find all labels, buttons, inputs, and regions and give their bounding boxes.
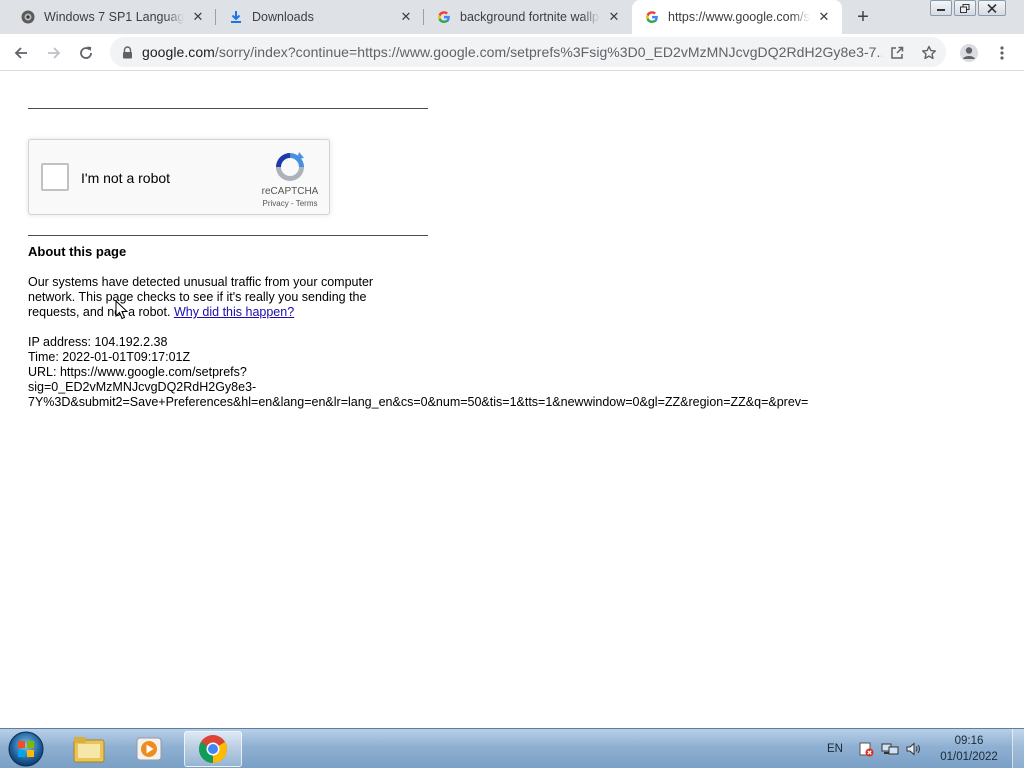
- forward-icon[interactable]: [41, 40, 67, 66]
- bookmark-star-icon[interactable]: [920, 44, 938, 62]
- terms-link[interactable]: Terms: [296, 199, 318, 208]
- tab-close-icon[interactable]: ✕: [190, 9, 206, 25]
- show-desktop-button[interactable]: [1012, 729, 1024, 769]
- timestamp: Time: 2022-01-01T09:17:01Z: [28, 350, 191, 364]
- request-url: sig=0_ED2vMzMNJcvgDQ2RdH2Gy8e3-: [28, 380, 257, 394]
- tab-close-icon[interactable]: ✕: [398, 9, 414, 25]
- clock-time: 09:16: [954, 735, 984, 747]
- browser-window: Windows 7 SP1 Language Packs ✕ Downloads…: [0, 0, 1024, 728]
- close-window-icon[interactable]: [978, 0, 1006, 16]
- tab-title: background fortnite wallpaper: [460, 10, 600, 24]
- globe-icon: [20, 9, 36, 25]
- why-did-this-happen-link[interactable]: Why did this happen?: [174, 305, 294, 319]
- privacy-link[interactable]: Privacy: [263, 199, 289, 208]
- request-url: 7Y%3D&submit2=Save+Preferences&hl=en&lan…: [28, 395, 809, 409]
- profile-avatar-icon[interactable]: [956, 40, 982, 66]
- reload-icon[interactable]: [73, 40, 99, 66]
- tab-title: Downloads: [252, 10, 392, 24]
- google-icon: [436, 9, 452, 25]
- tab-title: Windows 7 SP1 Language Packs: [44, 10, 184, 24]
- action-center-icon[interactable]: [858, 729, 874, 769]
- tab-close-icon[interactable]: ✕: [606, 9, 622, 25]
- recaptcha-links: Privacy - Terms: [255, 199, 325, 208]
- recaptcha-brand: reCAPTCHA: [261, 186, 319, 197]
- window-controls: [928, 0, 1006, 17]
- page-content: I'm not a robot reCAPTCHA Privacy - Term…: [0, 72, 1024, 728]
- recaptcha-checkbox[interactable]: [41, 163, 69, 191]
- recaptcha-logo-icon: [276, 152, 304, 181]
- tab-strip: Windows 7 SP1 Language Packs ✕ Downloads…: [0, 0, 1024, 34]
- lock-icon[interactable]: [120, 45, 134, 59]
- taskbar-media-player-icon[interactable]: [122, 731, 176, 767]
- url-path: /sorry/index?continue=https://www.google…: [214, 44, 882, 60]
- tab-close-icon[interactable]: ✕: [816, 9, 832, 25]
- url-text[interactable]: google.com/sorry/index?continue=https://…: [142, 44, 882, 60]
- tab-title: https://www.google.com/sorry: [668, 10, 810, 24]
- taskbar-chrome-icon[interactable]: [184, 731, 242, 767]
- google-icon: [644, 9, 660, 25]
- address-bar[interactable]: google.com/sorry/index?continue=https://…: [110, 37, 946, 67]
- clock-date: 01/01/2022: [940, 751, 998, 763]
- about-line: Our systems have detected unusual traffi…: [28, 275, 374, 289]
- tab-downloads[interactable]: Downloads ✕: [216, 0, 424, 34]
- ip-address: IP address: 104.192.2.38: [28, 335, 168, 349]
- minimize-icon[interactable]: [930, 0, 952, 16]
- mouse-cursor-icon: [115, 300, 129, 320]
- share-icon[interactable]: [888, 44, 906, 62]
- divider-top: [28, 108, 428, 109]
- back-icon[interactable]: [8, 40, 34, 66]
- start-button[interactable]: [6, 730, 46, 768]
- about-line: network. This page checks to see if it's…: [28, 290, 367, 304]
- about-heading: About this page: [28, 244, 127, 259]
- divider-bottom: [28, 235, 428, 236]
- request-info: IP address: 104.192.2.38 Time: 2022-01-0…: [28, 335, 808, 410]
- taskbar-clock[interactable]: 09:16 01/01/2022: [930, 733, 1008, 765]
- recaptcha-label: I'm not a robot: [81, 170, 171, 186]
- taskbar-explorer-icon[interactable]: [62, 731, 116, 767]
- tab-google-sorry[interactable]: https://www.google.com/sorry ✕: [632, 0, 842, 34]
- link-separator: -: [288, 199, 296, 208]
- url-domain: google.com: [142, 44, 215, 60]
- download-icon: [228, 9, 244, 25]
- about-paragraph: Our systems have detected unusual traffi…: [28, 275, 373, 320]
- restore-icon[interactable]: [954, 0, 976, 16]
- about-line: requests, and not a robot. Why did this …: [28, 305, 295, 319]
- recaptcha-widget: I'm not a robot reCAPTCHA Privacy - Term…: [28, 139, 330, 215]
- menu-kebab-icon[interactable]: [989, 40, 1015, 66]
- windows-taskbar: EN 09:16 01/01/2022: [0, 728, 1024, 769]
- new-tab-button[interactable]: +: [851, 6, 875, 28]
- network-icon[interactable]: [881, 729, 899, 769]
- language-indicator[interactable]: EN: [827, 729, 843, 769]
- request-url: URL: https://www.google.com/setprefs?: [28, 365, 247, 379]
- tab-background-fortnite[interactable]: background fortnite wallpaper ✕: [424, 0, 632, 34]
- volume-icon[interactable]: [905, 729, 923, 769]
- tab-windows7-language-packs[interactable]: Windows 7 SP1 Language Packs ✕: [0, 0, 216, 34]
- browser-toolbar: google.com/sorry/index?continue=https://…: [0, 34, 1024, 71]
